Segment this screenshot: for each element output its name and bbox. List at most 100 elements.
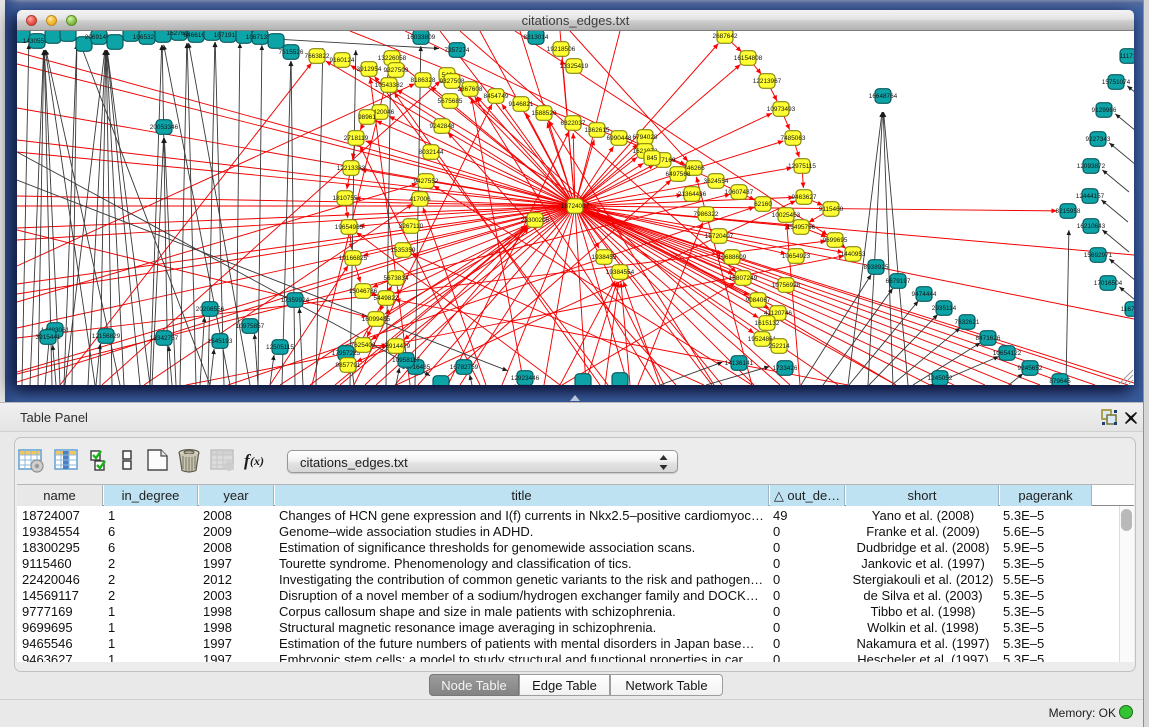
svg-text:417006: 417006 — [409, 196, 431, 203]
svg-text:2367608: 2367608 — [458, 86, 483, 93]
svg-text:9227343: 9227343 — [1086, 136, 1111, 143]
svg-text:7357274: 7357274 — [445, 47, 470, 54]
svg-text:9242848: 9242848 — [430, 123, 455, 130]
svg-text:3267110: 3267110 — [399, 223, 424, 230]
svg-text:879645: 879645 — [1049, 378, 1071, 385]
svg-text:10958117: 10958117 — [392, 357, 420, 364]
svg-text:10688609: 10688609 — [718, 254, 747, 261]
svg-text:10025453: 10025453 — [772, 212, 801, 219]
svg-text:12093872: 12093872 — [1077, 163, 1106, 170]
svg-text:1810755: 1810755 — [333, 195, 358, 202]
svg-text:6322037: 6322037 — [561, 120, 586, 127]
svg-text:8471626: 8471626 — [976, 335, 1001, 342]
svg-text:1615132: 1615132 — [755, 320, 780, 327]
svg-text:12923446: 12923446 — [511, 375, 540, 382]
svg-text:16099485: 16099485 — [362, 316, 391, 323]
svg-text:12975115: 12975115 — [788, 163, 816, 170]
svg-text:1938455: 1938455 — [592, 254, 617, 261]
svg-text:6990448: 6990448 — [607, 135, 632, 142]
svg-text:12213383: 12213383 — [337, 165, 366, 172]
svg-text:2718119: 2718119 — [344, 135, 369, 142]
svg-text:12444157: 12444157 — [1076, 193, 1105, 200]
svg-text:845: 845 — [647, 155, 658, 162]
svg-text:6497568: 6497568 — [666, 171, 691, 178]
svg-text:1245052: 1245052 — [928, 375, 953, 382]
svg-text:9146821: 9146821 — [509, 101, 534, 108]
svg-text:9474444: 9474444 — [912, 291, 937, 298]
svg-text:12213967: 12213967 — [753, 78, 782, 85]
svg-text:8938925: 8938925 — [864, 264, 889, 271]
svg-text:9857791: 9857791 — [336, 362, 361, 369]
svg-text:16210643: 16210643 — [1077, 223, 1106, 230]
svg-text:6794028: 6794028 — [633, 134, 658, 141]
svg-text:16033809: 16033809 — [407, 34, 436, 41]
svg-text:3912954: 3912954 — [357, 66, 382, 73]
svg-text:1440953: 1440953 — [841, 251, 866, 258]
svg-text:7625402: 7625402 — [351, 342, 376, 349]
svg-text:5449822: 5449822 — [374, 295, 399, 302]
svg-text:15751074: 15751074 — [1102, 79, 1131, 86]
svg-text:20053346: 20053346 — [150, 124, 179, 131]
svg-text:9327508: 9327508 — [440, 78, 465, 85]
svg-text:10975857: 10975857 — [236, 323, 265, 330]
svg-text:19384554: 19384554 — [606, 269, 635, 276]
svg-text:8186328: 8186328 — [411, 77, 436, 84]
svg-text:17016504: 17016504 — [1094, 280, 1123, 287]
svg-text:7515526: 7515526 — [279, 49, 304, 56]
svg-text:7485063: 7485063 — [781, 135, 806, 142]
svg-text:3915441: 3915441 — [36, 334, 61, 341]
svg-text:20206556: 20206556 — [196, 306, 225, 313]
svg-text:12156829: 12156829 — [92, 333, 121, 340]
svg-text:10543382: 10543382 — [375, 82, 404, 89]
svg-text:9699695: 9699695 — [823, 237, 848, 244]
svg-text:14136141: 14136141 — [725, 360, 754, 367]
svg-text:252214: 252214 — [768, 343, 790, 350]
svg-text:9115460: 9115460 — [819, 206, 844, 213]
svg-text:8454749: 8454749 — [484, 93, 509, 100]
svg-text:19218506: 19218506 — [547, 46, 576, 53]
svg-text:19654985: 19654985 — [335, 224, 364, 231]
svg-text:9160124: 9160124 — [330, 57, 355, 64]
svg-text:10654122: 10654122 — [993, 350, 1022, 357]
svg-text:25300205: 25300205 — [521, 217, 550, 224]
svg-text:1588520: 1588520 — [532, 110, 557, 117]
svg-text:1167531: 1167531 — [1121, 306, 1134, 313]
svg-text:8813014: 8813014 — [524, 34, 549, 41]
svg-text:9327509: 9327509 — [384, 67, 409, 74]
svg-text:13325419: 13325419 — [560, 63, 589, 70]
svg-text:10654923: 10654923 — [782, 253, 811, 260]
svg-text:(x): (x) — [250, 454, 264, 468]
svg-text:11171: 11171 — [1120, 53, 1134, 60]
svg-text:16782759: 16782759 — [450, 364, 479, 371]
svg-text:13226058: 13226058 — [378, 55, 407, 62]
svg-text:1733426: 1733426 — [773, 365, 798, 372]
svg-text:15692971: 15692971 — [1084, 252, 1113, 259]
svg-text:9463627: 9463627 — [792, 194, 817, 201]
svg-text:62160: 62160 — [754, 201, 772, 208]
svg-text:8032144: 8032144 — [419, 149, 444, 156]
svg-text:10756928: 10756928 — [772, 282, 801, 289]
svg-text:21364436: 21364436 — [678, 191, 707, 198]
svg-text:19166825: 19166825 — [339, 255, 368, 262]
svg-text:10607487: 10607487 — [725, 189, 754, 196]
svg-text:1545193: 1545193 — [208, 338, 233, 345]
svg-text:15720407: 15720407 — [705, 233, 734, 240]
svg-text:6679197: 6679197 — [886, 278, 911, 285]
svg-text:7632621: 7632621 — [955, 319, 980, 326]
svg-text:7986322: 7986322 — [694, 211, 719, 218]
svg-text:15495796: 15495796 — [787, 224, 816, 231]
svg-text:17359924: 17359924 — [281, 297, 310, 304]
svg-text:1535359: 1535359 — [391, 247, 416, 254]
svg-text:9427552: 9427552 — [414, 178, 439, 185]
svg-text:18724007: 18724007 — [561, 203, 590, 210]
svg-text:5673834: 5673834 — [384, 275, 409, 282]
svg-text:12505115: 12505115 — [266, 344, 294, 351]
svg-text:16648764: 16648764 — [869, 93, 898, 100]
svg-text:3624554: 3624554 — [704, 178, 729, 185]
svg-text:98961: 98961 — [358, 114, 376, 121]
svg-text:16154808: 16154808 — [734, 55, 763, 62]
svg-text:18807249: 18807249 — [729, 275, 758, 282]
svg-text:5675685: 5675685 — [438, 98, 463, 105]
svg-text:9129966: 9129966 — [1092, 107, 1117, 114]
svg-text:8215958: 8215958 — [1056, 208, 1081, 215]
